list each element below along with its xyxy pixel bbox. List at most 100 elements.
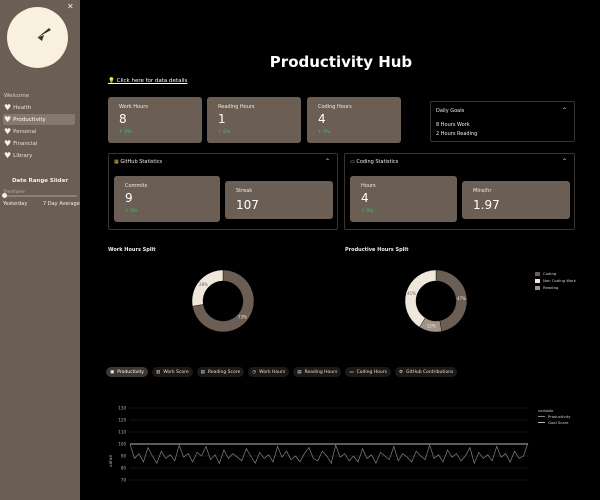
series-line[interactable] (129, 442, 529, 465)
metric-delta: ↑ 0% (119, 130, 132, 135)
pie-legend: Coding Non Coding Work Reading (535, 270, 576, 291)
data-details-link[interactable]: 💡 Click here for data details (108, 78, 187, 84)
pie-slice-label: 12% (427, 323, 436, 328)
daily-goal-line: 8 Hours Work (436, 122, 470, 128)
legend-item[interactable]: Goal Score (538, 419, 571, 425)
tab-label: Reading Hours (304, 369, 338, 375)
data-details-link-label: Click here for data details (116, 78, 188, 84)
productive-hours-split-title: Productive Hours Split (345, 247, 409, 253)
heart-icon: ♥ (4, 114, 12, 124)
metric-delta: ↑ 0% (218, 130, 231, 135)
work-hours-donut-chart: 73% 28% (191, 269, 255, 333)
date-range-title: Date Range Slider (11, 178, 69, 184)
y-axis-label: value (108, 455, 114, 468)
legend-label: Productivity (548, 413, 571, 419)
laptop-icon: ▭ (349, 369, 354, 375)
sidebar-item-health[interactable]: ♥ Health (3, 102, 75, 113)
metric-label: Work Hours (119, 104, 148, 110)
y-tick-label: 70 (121, 478, 127, 483)
tab-label: GitHub Contributions (405, 369, 454, 375)
tab-label: Reading Score (207, 369, 241, 375)
sidebar-item-productivity[interactable]: ♥ Productivity (3, 114, 75, 125)
metric-value: 1.97 (473, 198, 500, 212)
github-statistics-title: GitHub Statistics (120, 159, 163, 165)
legend-label: Non Coding Work (543, 278, 576, 283)
tab-work-score[interactable]: ▥ Work Score (151, 367, 193, 377)
chevron-up-icon[interactable]: ⌃ (562, 107, 567, 114)
daily-goals-expander[interactable]: Daily Goals ⌃ 8 Hours Work 2 Hours Readi… (430, 101, 575, 142)
slider-left-option[interactable]: Yesterday (3, 201, 27, 207)
clock-icon: ◷ (252, 369, 257, 375)
sidebar-item-label: Library (13, 152, 33, 159)
sidebar: ✕ Welcome ♥ Health ♥ Productivity ♥ Pers… (0, 0, 80, 500)
compass-logo (7, 7, 68, 68)
metric-value: 107 (236, 198, 259, 212)
metric-label: Reading Hours (218, 104, 255, 110)
coding-statistics-expander[interactable]: ▭ Coding Statistics ⌃ Hours 4 ↑ 0% Mins/… (344, 153, 575, 230)
metric-card-hours: Hours 4 ↑ 0% (350, 176, 457, 222)
book-icon: ▤ (297, 369, 302, 375)
sidebar-item-label: Productivity (13, 116, 46, 123)
metric-card-commits: Commits 9 ↑ 0% (114, 176, 220, 222)
legend-label: Coding (543, 271, 557, 276)
tab-work-hours[interactable]: ◷ Work Hours (248, 367, 290, 377)
heart-icon: ♥ (4, 102, 12, 112)
productivity-line-chart: value 70 80 90 100 110 120 130 (108, 406, 529, 483)
heart-icon: ♥ (4, 126, 12, 136)
gear-icon: ⚙ (398, 369, 403, 375)
chart-emoji-icon: ▦ (114, 159, 119, 165)
metric-delta: ↑ 0% (318, 130, 331, 135)
metric-card-work-hours: Work Hours 8 ↑ 0% (108, 97, 202, 143)
pie-slice-label: 47% (457, 296, 466, 301)
work-hours-split-title: Work Hours Split (108, 247, 156, 253)
github-statistics-header: ▦ GitHub Statistics (114, 159, 162, 165)
y-tick-label: 100 (118, 442, 126, 447)
chevron-up-icon[interactable]: ⌃ (325, 158, 330, 165)
tab-productivity[interactable]: ▣ Productivity (106, 367, 148, 377)
sidebar-item-label: Personal (13, 128, 37, 135)
metric-label: Hours (361, 183, 376, 189)
sidebar-item-label: Financial (13, 140, 38, 147)
tab-github-contributions[interactable]: ⚙ GitHub Contributions (394, 367, 458, 377)
legend-item[interactable]: Coding (535, 270, 576, 277)
metric-card-streak: Streak 107 (225, 181, 333, 219)
chevron-up-icon[interactable]: ⌃ (562, 158, 567, 165)
legend-swatch (538, 415, 545, 417)
date-range-slider-track[interactable] (3, 195, 77, 197)
metric-label: Commits (125, 183, 148, 189)
sidebar-item-financial[interactable]: ♥ Financial (3, 138, 75, 149)
sidebar-welcome: Welcome (4, 93, 30, 99)
metric-card-reading-hours: Reading Hours 1 ↑ 0% (207, 97, 301, 143)
sidebar-item-label: Health (13, 104, 32, 111)
tab-label: Work Hours (259, 369, 286, 375)
date-range-slider-handle[interactable] (2, 193, 7, 198)
legend-swatch (535, 271, 540, 276)
slider-right-option[interactable]: 7 Day Average (43, 201, 80, 207)
tab-coding-hours[interactable]: ▭ Coding Hours (345, 367, 391, 377)
legend-item[interactable]: Non Coding Work (535, 277, 576, 284)
metric-label: Streak (236, 188, 253, 194)
tab-label: Work Score (163, 369, 189, 375)
y-tick-label: 90 (121, 454, 127, 459)
y-tick-label: 110 (118, 430, 126, 435)
tab-label: Productivity (117, 369, 144, 375)
briefcase-icon: ▣ (110, 369, 115, 375)
line-legend: variable Productivity Goal Score (538, 407, 571, 425)
pie-slice[interactable] (404, 269, 437, 328)
daily-goals-title: Daily Goals (436, 108, 465, 114)
legend-label: Reading (543, 285, 559, 290)
sidebar-item-personal[interactable]: ♥ Personal (3, 126, 75, 137)
laptop-icon: ▭ (350, 159, 355, 165)
github-statistics-expander[interactable]: ▦ GitHub Statistics ⌃ Commits 9 ↑ 0% Str… (108, 153, 338, 230)
metric-value: 4 (361, 191, 369, 205)
metric-label: Mins/hr (473, 188, 492, 194)
tab-reading-hours[interactable]: ▤ Reading Hours (293, 367, 342, 377)
tab-reading-score[interactable]: ▤ Reading Score (196, 367, 245, 377)
legend-label: Goal Score (548, 419, 569, 425)
book-icon: ▤ (200, 369, 205, 375)
sidebar-item-library[interactable]: ♥ Library (3, 150, 75, 161)
legend-item[interactable]: Reading (535, 284, 576, 291)
close-icon[interactable]: ✕ (67, 2, 74, 11)
heart-icon: ♥ (4, 138, 12, 148)
pie-slice[interactable] (191, 269, 224, 307)
